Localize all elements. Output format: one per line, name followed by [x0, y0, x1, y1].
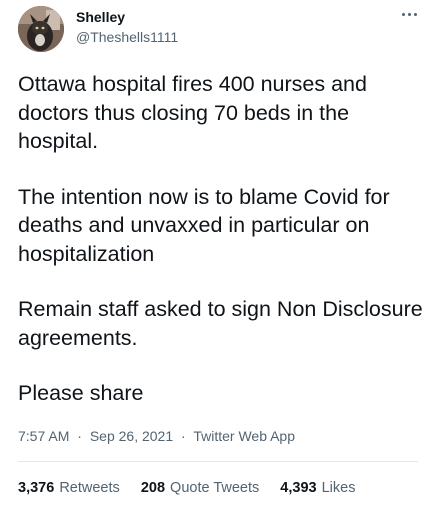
likes-stat[interactable]: 4,393 Likes: [280, 480, 355, 496]
avatar[interactable]: [18, 6, 64, 52]
tweet-metadata: 7:57 AM · Sep 26, 2021 · Twitter Web App: [18, 428, 295, 444]
avatar-image: [18, 6, 64, 52]
tweet-text: Ottawa hospital fires 400 nurses and doc…: [18, 70, 423, 435]
likes-label: Likes: [321, 480, 356, 496]
more-horizontal-icon[interactable]: [396, 4, 424, 24]
retweets-stat[interactable]: 3,376 Retweets: [18, 480, 120, 496]
quote-tweets-label: Quote Tweets: [170, 480, 260, 496]
separator: ·: [181, 428, 186, 444]
tweet-paragraph: Please share: [18, 381, 144, 405]
user-display-name[interactable]: Shelley: [76, 9, 125, 25]
tweet-paragraph: The intention now is to blame Covid for …: [18, 184, 390, 266]
tweet-date[interactable]: Sep 26, 2021: [90, 428, 173, 444]
divider: [18, 461, 418, 462]
tweet: Shelley @Theshells1111 Ottawa hospital f…: [0, 0, 436, 520]
quote-tweets-count: 208: [140, 480, 166, 496]
quote-tweets-stat[interactable]: 208 Quote Tweets: [141, 480, 259, 496]
tweet-paragraph: Remain staff asked to sign Non Disclosur…: [18, 297, 423, 350]
retweets-label: Retweets: [59, 480, 120, 496]
user-handle[interactable]: @Theshells1111: [76, 29, 178, 45]
likes-count: 4,393: [280, 480, 317, 496]
tweet-stats: 3,376 Retweets 208 Quote Tweets 4,393 Li…: [18, 480, 372, 496]
tweet-time[interactable]: 7:57 AM: [18, 428, 69, 444]
separator: ·: [77, 428, 82, 444]
tweet-source[interactable]: Twitter Web App: [193, 428, 295, 444]
retweets-count: 3,376: [18, 480, 55, 496]
tweet-paragraph: Ottawa hospital fires 400 nurses and doc…: [18, 72, 367, 153]
